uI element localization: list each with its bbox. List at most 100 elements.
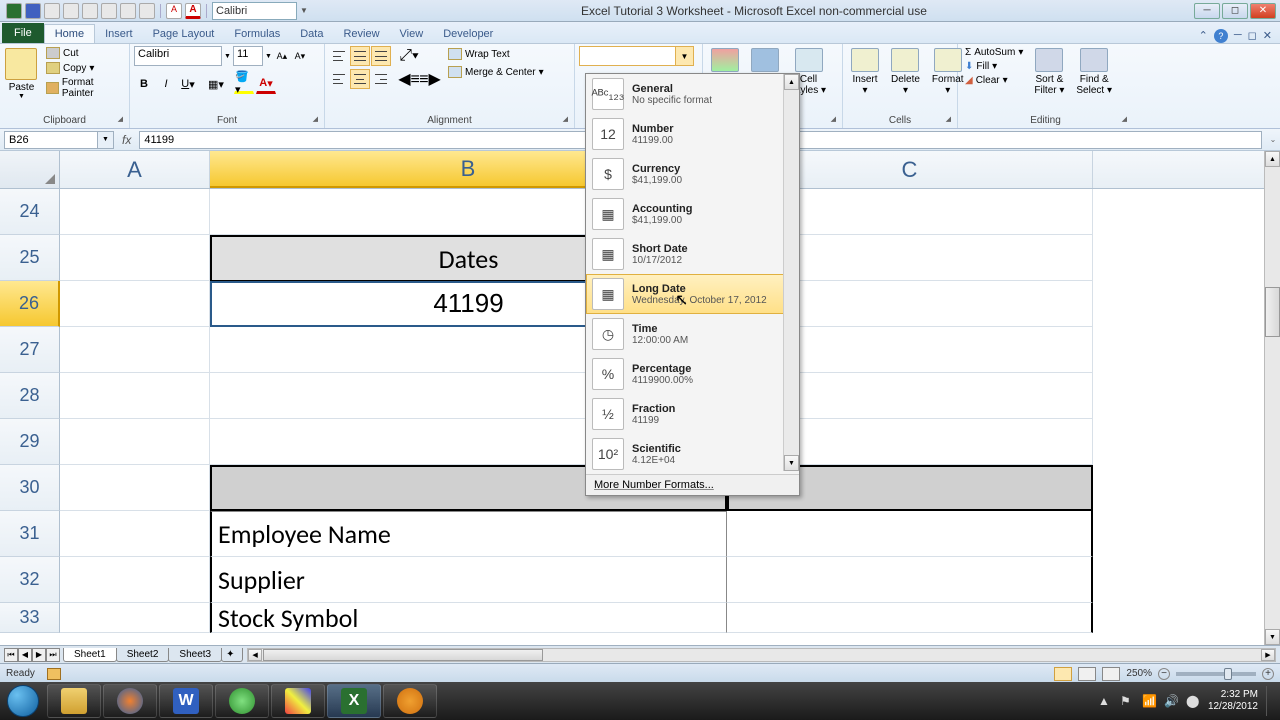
vertical-scrollbar[interactable]: ▲ ▼ xyxy=(1264,151,1280,645)
tab-developer[interactable]: Developer xyxy=(433,25,503,43)
taskbar-paint[interactable] xyxy=(271,684,325,718)
cell-a30[interactable] xyxy=(60,465,210,511)
row-header-32[interactable]: 32 xyxy=(0,557,60,603)
tab-page-layout[interactable]: Page Layout xyxy=(143,25,225,43)
cell-a33[interactable] xyxy=(60,603,210,633)
format-option-general[interactable]: ᴬᴮᶜ₁₂₃GeneralNo specific format xyxy=(586,74,799,114)
name-box[interactable]: B26 xyxy=(4,131,98,149)
close-button[interactable]: ✕ xyxy=(1250,3,1276,19)
print-icon[interactable] xyxy=(120,3,136,19)
tab-view[interactable]: View xyxy=(390,25,434,43)
scroll-up-icon[interactable]: ▲ xyxy=(1265,151,1280,167)
open-icon[interactable] xyxy=(101,3,117,19)
row-header-33[interactable]: 33 xyxy=(0,603,60,633)
row-header-27[interactable]: 27 xyxy=(0,327,60,373)
macro-record-icon[interactable] xyxy=(47,668,61,680)
hscroll-thumb[interactable] xyxy=(263,649,543,661)
format-option-time[interactable]: ◷Time12:00:00 AM xyxy=(586,314,799,354)
fill-color-button[interactable]: 🪣▾ xyxy=(234,74,254,94)
italic-button[interactable]: I xyxy=(156,74,176,94)
format-option-short-date[interactable]: ▦Short Date10/17/2012 xyxy=(586,234,799,274)
scroll-down-button[interactable]: ▼ xyxy=(784,455,799,471)
cell-a32[interactable] xyxy=(60,557,210,603)
cell-c33[interactable] xyxy=(727,603,1093,633)
cell-c32[interactable] xyxy=(727,557,1093,603)
page-layout-view-button[interactable] xyxy=(1078,667,1096,681)
sort-filter-button[interactable]: Sort &Filter ▾ xyxy=(1030,46,1068,98)
help-icon[interactable]: ? xyxy=(1214,29,1228,43)
minimize-button[interactable]: ─ xyxy=(1194,3,1220,19)
cell-a25[interactable] xyxy=(60,235,210,281)
new-icon[interactable] xyxy=(82,3,98,19)
taskbar-excel[interactable]: X xyxy=(327,684,381,718)
cell-b31[interactable]: Employee Name xyxy=(210,511,727,557)
taskbar-word[interactable]: W xyxy=(159,684,213,718)
zoom-level[interactable]: 250% xyxy=(1126,668,1152,679)
scroll-left-icon[interactable]: ◀ xyxy=(248,649,262,661)
vscroll-thumb[interactable] xyxy=(1265,287,1280,337)
workbook-minimize-icon[interactable]: ─ xyxy=(1234,29,1242,43)
scroll-right-icon[interactable]: ▶ xyxy=(1261,649,1275,661)
cell-a24[interactable] xyxy=(60,189,210,235)
format-option-long-date[interactable]: ▦Long DateWednesday, October 17, 2012 xyxy=(586,274,799,314)
undo-icon[interactable] xyxy=(44,3,60,19)
font-color-button[interactable]: A▾ xyxy=(256,74,276,94)
tab-formulas[interactable]: Formulas xyxy=(224,25,290,43)
insert-cells-button[interactable]: Insert▾ xyxy=(847,46,883,98)
align-center-button[interactable] xyxy=(350,69,370,89)
delete-cells-button[interactable]: Delete▾ xyxy=(887,46,924,98)
zoom-thumb[interactable] xyxy=(1224,668,1232,680)
column-header-a[interactable]: A xyxy=(60,151,210,188)
number-format-combo[interactable]: ▼ xyxy=(579,46,694,66)
select-all-corner[interactable] xyxy=(0,151,60,188)
tab-data[interactable]: Data xyxy=(290,25,333,43)
format-option-scientific[interactable]: 10²Scientific4.12E+04 xyxy=(586,434,799,474)
minimize-ribbon-icon[interactable]: ⌃ xyxy=(1199,29,1208,43)
bold-button[interactable]: B xyxy=(134,74,154,94)
row-header-28[interactable]: 28 xyxy=(0,373,60,419)
dropdown-scrollbar[interactable]: ▲ ▼ xyxy=(783,74,799,471)
underline-button[interactable]: U▾ xyxy=(178,74,198,94)
zoom-slider[interactable] xyxy=(1176,672,1256,676)
save-icon[interactable] xyxy=(25,3,41,19)
sheet-tab-1[interactable]: Sheet1 xyxy=(63,648,117,662)
find-select-button[interactable]: Find &Select ▾ xyxy=(1072,46,1116,98)
tray-icon-misc[interactable]: ⬤ xyxy=(1186,694,1200,708)
font-size-combo[interactable]: 11 xyxy=(233,46,263,66)
cell-b32[interactable]: Supplier xyxy=(210,557,727,603)
qat-font-combo[interactable]: Calibri xyxy=(212,2,297,20)
grow-font-button[interactable]: A▴ xyxy=(274,48,290,64)
scroll-up-button[interactable]: ▲ xyxy=(784,74,799,90)
align-top-button[interactable] xyxy=(329,46,349,66)
volume-icon[interactable]: 🔊 xyxy=(1164,694,1178,708)
show-hidden-icons[interactable]: ▲ xyxy=(1098,694,1112,708)
cell-a31[interactable] xyxy=(60,511,210,557)
number-format-dropdown-arrow[interactable]: ▼ xyxy=(675,47,693,65)
redo-icon[interactable] xyxy=(63,3,79,19)
workbook-restore-icon[interactable]: ◻ xyxy=(1248,29,1257,43)
format-option-number[interactable]: 12Number41199.00 xyxy=(586,114,799,154)
show-desktop-button[interactable] xyxy=(1266,686,1274,716)
format-painter-button[interactable]: Format Painter xyxy=(43,76,125,100)
decrease-indent-button[interactable]: ◀≡ xyxy=(399,69,419,89)
taskbar-explorer[interactable] xyxy=(47,684,101,718)
merge-center-button[interactable]: Merge & Center ▾ xyxy=(444,64,548,80)
first-sheet-button[interactable]: ⏮ xyxy=(4,648,18,662)
preview-icon[interactable] xyxy=(139,3,155,19)
align-right-button[interactable] xyxy=(371,69,391,89)
workbook-close-icon[interactable]: ✕ xyxy=(1263,29,1272,43)
row-header-24[interactable]: 24 xyxy=(0,189,60,235)
autosum-button[interactable]: Σ AutoSum ▾ xyxy=(962,46,1026,59)
format-option-accounting[interactable]: ▦Accounting$41,199.00 xyxy=(586,194,799,234)
orientation-button[interactable]: ⤢▾ xyxy=(399,46,419,66)
next-sheet-button[interactable]: ▶ xyxy=(32,648,46,662)
normal-view-button[interactable] xyxy=(1054,667,1072,681)
more-number-formats[interactable]: More Number Formats... xyxy=(586,474,799,495)
copy-button[interactable]: Copy ▾ xyxy=(43,61,125,75)
row-header-26[interactable]: 26 xyxy=(0,281,60,327)
wrap-text-button[interactable]: Wrap Text xyxy=(444,46,548,62)
taskbar-media[interactable] xyxy=(383,684,437,718)
name-box-dropdown[interactable]: ▼ xyxy=(98,131,114,149)
font-name-combo[interactable]: Calibri xyxy=(134,46,222,66)
increase-indent-button[interactable]: ≡▶ xyxy=(420,69,440,89)
